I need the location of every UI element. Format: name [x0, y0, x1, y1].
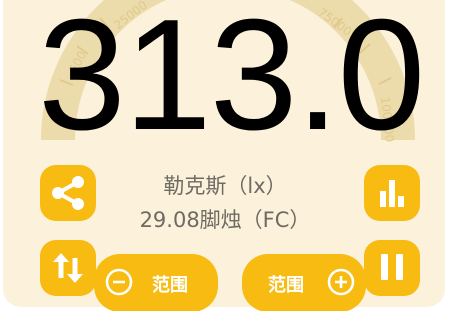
range-increase-button[interactable]: 范围 [242, 254, 366, 311]
bar-chart-icon [380, 180, 404, 207]
chart-button[interactable] [364, 165, 420, 221]
plus-circle-icon [327, 268, 355, 296]
minus-circle-icon [105, 268, 133, 296]
lux-reading: 313.0 [38, 0, 420, 150]
range-increase-label: 范围 [268, 275, 304, 296]
reading-viewport: 313.0 [38, 0, 420, 150]
share-icon [52, 176, 84, 210]
pause-icon [381, 254, 403, 280]
swap-vertical-icon [53, 253, 83, 283]
range-decrease-button[interactable]: 范围 [94, 254, 218, 311]
swap-button[interactable] [40, 240, 96, 296]
unit-lux-label: 勒克斯（lx） [163, 174, 287, 198]
foot-candle-value: 29.08脚烛（FC） [139, 208, 311, 232]
share-button[interactable] [40, 165, 96, 221]
light-meter-screen: 25000 500 75000 100000 313.0 勒克斯（lx） 29.… [0, 0, 451, 311]
pause-button[interactable] [364, 240, 420, 296]
range-decrease-label: 范围 [152, 275, 188, 296]
